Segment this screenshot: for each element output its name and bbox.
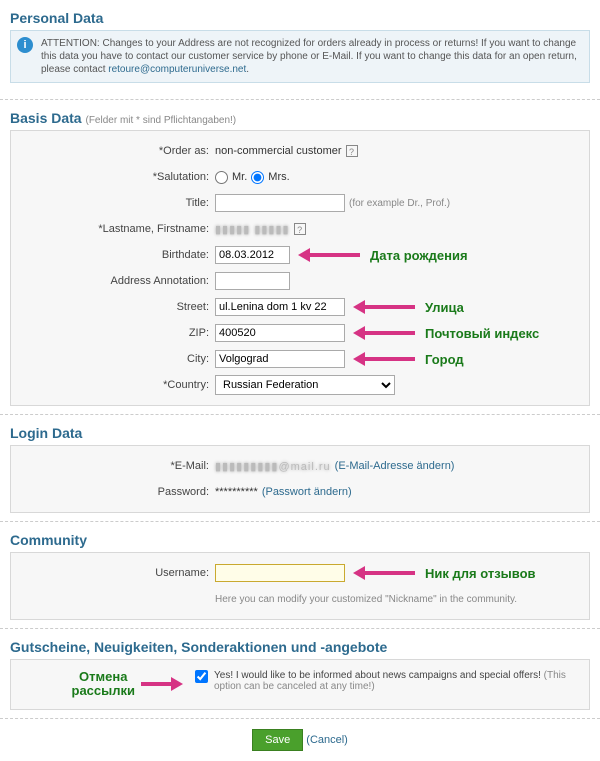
title-input[interactable]: [215, 194, 345, 212]
mr-radio[interactable]: [215, 171, 228, 184]
birthdate-label: Birthdate:: [15, 249, 215, 261]
arrow-icon: [353, 352, 415, 366]
basis-data-heading: Basis Data (Felder mit * sind Pflichtang…: [10, 110, 590, 126]
title-hint: (for example Dr., Prof.): [349, 198, 450, 209]
address-ann-input[interactable]: [215, 272, 290, 290]
city-input[interactable]: [215, 350, 345, 368]
change-email-link[interactable]: (E-Mail-Adresse ändern): [335, 460, 455, 472]
city-label: City:: [15, 353, 215, 365]
newsletter-panel: Отмена рассылки Yes! I would like to be …: [10, 659, 590, 710]
email-label: *E-Mail:: [15, 460, 215, 472]
cancel-link[interactable]: (Cancel): [306, 734, 348, 746]
arrow-icon: [298, 248, 360, 262]
community-heading: Community: [10, 532, 590, 548]
basis-subtitle: (Felder mit * sind Pflichtangaben!): [85, 115, 236, 126]
retoure-email-link[interactable]: retoure@computeruniverse.net: [108, 64, 246, 75]
info-icon: i: [17, 37, 33, 53]
basis-panel: *Order as: non-commercial customer ? *Sa…: [10, 130, 590, 406]
title-label: Title:: [15, 197, 215, 209]
zip-annotation: Почтовый индекс: [425, 326, 539, 341]
newsletter-text: Yes! I would like to be informed about n…: [214, 670, 581, 692]
name-value: ▮▮▮▮▮ ▮▮▮▮▮: [215, 223, 290, 236]
street-label: Street:: [15, 301, 215, 313]
username-input[interactable]: [215, 564, 345, 582]
name-label: *Lastname, Firstname:: [15, 223, 215, 235]
salutation-label: *Salutation:: [15, 171, 215, 183]
attention-box: i ATTENTION: Changes to your Address are…: [10, 30, 590, 83]
newsletter-checkbox[interactable]: [195, 670, 208, 683]
change-password-link[interactable]: (Passwort ändern): [262, 486, 352, 498]
street-annotation: Улица: [425, 300, 464, 315]
username-label: Username:: [15, 567, 215, 579]
city-annotation: Город: [425, 352, 464, 367]
mrs-radio[interactable]: [251, 171, 264, 184]
mr-label: Mr.: [232, 171, 247, 183]
attention-text: ATTENTION: Changes to your Address are n…: [41, 37, 583, 76]
save-button[interactable]: Save: [252, 729, 303, 751]
arrow-icon: [353, 300, 415, 314]
password-value: **********: [215, 486, 258, 498]
birthdate-annotation: Дата рождения: [370, 248, 468, 263]
arrow-icon: [353, 326, 415, 340]
username-annotation: Ник для отзывов: [425, 566, 536, 581]
help-icon[interactable]: ?: [346, 145, 358, 157]
address-ann-label: Address Annotation:: [15, 275, 215, 287]
order-as-label: *Order as:: [15, 145, 215, 157]
zip-input[interactable]: [215, 324, 345, 342]
arrow-icon: [141, 677, 183, 691]
personal-data-heading: Personal Data: [10, 10, 590, 26]
zip-label: ZIP:: [15, 327, 215, 339]
country-label: *Country:: [15, 379, 215, 391]
password-label: Password:: [15, 486, 215, 498]
birthdate-input[interactable]: [215, 246, 290, 264]
community-panel: Username: Ник для отзывов Here you can m…: [10, 552, 590, 620]
order-as-value: non-commercial customer: [215, 145, 342, 157]
login-data-heading: Login Data: [10, 425, 590, 441]
login-panel: *E-Mail: ▮▮▮▮▮▮▮▮▮@mail.ru (E-Mail-Adres…: [10, 445, 590, 513]
username-hint: Here you can modify your customized "Nic…: [215, 594, 517, 605]
newsletter-heading: Gutscheine, Neuigkeiten, Sonderaktionen …: [10, 639, 590, 655]
street-input[interactable]: [215, 298, 345, 316]
country-select[interactable]: Russian Federation: [215, 375, 395, 395]
mrs-label: Mrs.: [268, 171, 289, 183]
help-icon[interactable]: ?: [294, 223, 306, 235]
newsletter-annotation: Отмена рассылки: [72, 670, 136, 699]
email-value: ▮▮▮▮▮▮▮▮▮@mail.ru: [215, 460, 331, 473]
arrow-icon: [353, 566, 415, 580]
